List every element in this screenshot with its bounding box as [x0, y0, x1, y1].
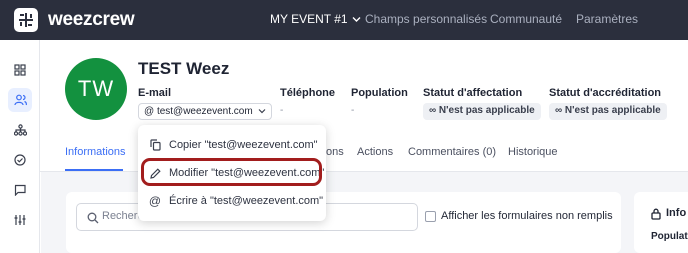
write-email-label: Écrire à "test@weezevent.com" — [169, 195, 324, 207]
app-name: weezcrew — [48, 9, 135, 30]
event-selector-label: MY EVENT #1 — [270, 12, 348, 26]
population-label: Population — [351, 87, 408, 99]
search-input-text: Recherc — [102, 210, 143, 222]
sidebar — [0, 40, 40, 253]
tab-actions[interactable]: Actions — [357, 146, 393, 158]
telephone-value: - — [280, 105, 284, 116]
at-icon: @ — [148, 194, 162, 208]
lock-icon — [651, 207, 661, 225]
email-label: E-mail — [138, 87, 172, 99]
copy-email-menu-item[interactable]: Copier "test@weezevent.com" — [138, 133, 326, 157]
active-tab-indicator — [65, 169, 123, 171]
email-dropdown-button[interactable]: @ test@weezevent.com — [138, 103, 273, 120]
write-email-menu-item[interactable]: @ Écrire à "test@weezevent.com" — [138, 189, 326, 213]
status-badge: ∞ N'est pas applicable — [549, 103, 667, 120]
nav-champs-personnalises[interactable]: Champs personnalisés — [365, 12, 487, 26]
check-circle-icon[interactable] — [8, 148, 32, 172]
weezcrew-logo-icon[interactable] — [14, 8, 38, 32]
tab-informations[interactable]: Informations — [65, 146, 126, 158]
chat-icon[interactable] — [8, 178, 32, 202]
nav-communaute[interactable]: Communauté — [490, 12, 562, 26]
telephone-label: Téléphone — [280, 87, 336, 99]
users-icon[interactable] — [8, 88, 32, 112]
tab-historique[interactable]: Historique — [508, 146, 558, 158]
event-selector[interactable]: MY EVENT #1 — [270, 12, 361, 26]
profile-name: TEST Weez — [138, 59, 230, 78]
tab-partial-hidden[interactable]: ons — [326, 146, 344, 158]
statut-affectation-label: Statut d'affectation — [423, 87, 523, 99]
info-card — [634, 192, 688, 253]
statut-accreditation-value: N'est pas applicable — [564, 105, 661, 116]
chevron-down-icon — [258, 106, 266, 117]
status-badge: ∞ N'est pas applicable — [423, 103, 541, 120]
avatar: TW — [65, 58, 127, 120]
email-value: test@weezevent.com — [156, 106, 253, 117]
statut-accreditation-label: Statut d'accréditation — [549, 87, 662, 99]
nav-parametres[interactable]: Paramètres — [576, 12, 638, 26]
at-icon: @ — [144, 106, 155, 117]
sliders-icon[interactable] — [8, 208, 32, 232]
population-value: - — [351, 105, 355, 116]
show-empty-forms-label[interactable]: Afficher les formulaires non remplis — [441, 210, 613, 222]
dashboard-icon[interactable] — [8, 58, 32, 82]
link-icon: ∞ — [429, 105, 437, 116]
copy-icon — [149, 139, 161, 151]
show-empty-forms-checkbox[interactable] — [425, 211, 436, 222]
link-icon: ∞ — [555, 105, 563, 116]
top-navbar: weezcrew MY EVENT #1 Champs personnalisé… — [0, 0, 688, 40]
copy-email-label: Copier "test@weezevent.com" — [169, 139, 318, 151]
info-card-title: Info — [666, 207, 687, 219]
tab-commentaires[interactable]: Commentaires (0) — [408, 146, 496, 158]
highlight-annotation — [141, 158, 322, 186]
info-population-label: Populatio — [651, 231, 688, 242]
search-icon — [87, 211, 99, 229]
chevron-down-icon — [352, 15, 361, 26]
hierarchy-icon[interactable] — [8, 118, 32, 142]
statut-affectation-value: N'est pas applicable — [438, 105, 535, 116]
